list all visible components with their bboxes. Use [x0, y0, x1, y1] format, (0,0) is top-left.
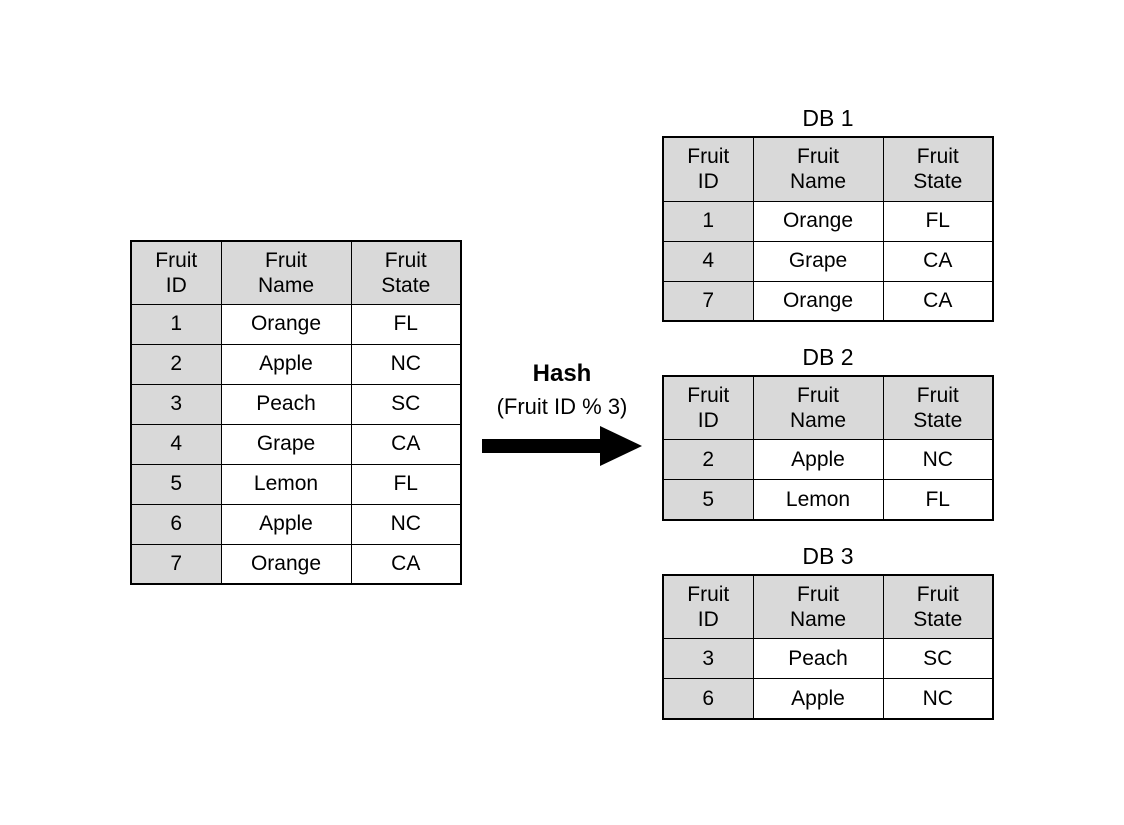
cell-fruit-id: 4: [131, 424, 221, 464]
cell-fruit-name: Grape: [753, 241, 883, 281]
partition-table: FruitIDFruitNameFruitState3PeachSC6Apple…: [662, 574, 994, 720]
cell-fruit-name: Apple: [221, 344, 351, 384]
partition-block: DB 2FruitIDFruitNameFruitState2AppleNC5L…: [662, 344, 994, 521]
table-row: 7OrangeCA: [131, 544, 461, 584]
cell-fruit-state: CA: [883, 281, 993, 321]
partition-title: DB 1: [802, 105, 853, 132]
cell-fruit-id: 7: [131, 544, 221, 584]
header-fruit-state: FruitState: [883, 376, 993, 440]
cell-fruit-name: Grape: [221, 424, 351, 464]
source-table-block: FruitID FruitName FruitState 1OrangeFL2A…: [130, 240, 462, 586]
cell-fruit-state: FL: [351, 304, 461, 344]
cell-fruit-state: FL: [883, 480, 993, 520]
table-row: 3PeachSC: [663, 639, 993, 679]
table-row: 1OrangeFL: [663, 201, 993, 241]
table-row: 1OrangeFL: [131, 304, 461, 344]
table-row: 3PeachSC: [131, 384, 461, 424]
cell-fruit-id: 2: [131, 344, 221, 384]
cell-fruit-name: Orange: [221, 304, 351, 344]
header-fruit-id: FruitID: [663, 575, 753, 639]
table-row: 2AppleNC: [131, 344, 461, 384]
cell-fruit-state: NC: [883, 440, 993, 480]
cell-fruit-id: 4: [663, 241, 753, 281]
header-fruit-id: FruitID: [131, 241, 221, 305]
cell-fruit-state: FL: [351, 464, 461, 504]
table-row: 6AppleNC: [663, 679, 993, 719]
cell-fruit-name: Orange: [753, 201, 883, 241]
cell-fruit-state: FL: [883, 201, 993, 241]
header-fruit-name: FruitName: [753, 137, 883, 201]
cell-fruit-id: 1: [663, 201, 753, 241]
cell-fruit-state: CA: [351, 544, 461, 584]
header-fruit-id: FruitID: [663, 137, 753, 201]
source-table: FruitID FruitName FruitState 1OrangeFL2A…: [130, 240, 462, 586]
cell-fruit-name: Orange: [753, 281, 883, 321]
table-row: 7OrangeCA: [663, 281, 993, 321]
arrow-icon: [482, 426, 642, 466]
cell-fruit-state: NC: [883, 679, 993, 719]
cell-fruit-id: 1: [131, 304, 221, 344]
header-fruit-state: FruitState: [351, 241, 461, 305]
hash-formula: (Fruit ID % 3): [497, 394, 628, 420]
header-fruit-id: FruitID: [663, 376, 753, 440]
header-fruit-state: FruitState: [883, 575, 993, 639]
table-row: 5LemonFL: [663, 480, 993, 520]
hash-label: Hash: [533, 360, 592, 388]
table-header-row: FruitID FruitName FruitState: [131, 241, 461, 305]
partition-block: DB 1FruitIDFruitNameFruitState1OrangeFL4…: [662, 105, 994, 322]
table-header-row: FruitIDFruitNameFruitState: [663, 137, 993, 201]
cell-fruit-state: CA: [351, 424, 461, 464]
table-row: 4GrapeCA: [131, 424, 461, 464]
cell-fruit-name: Lemon: [221, 464, 351, 504]
diagram-container: FruitID FruitName FruitState 1OrangeFL2A…: [0, 0, 1124, 825]
table-header-row: FruitIDFruitNameFruitState: [663, 376, 993, 440]
cell-fruit-id: 3: [131, 384, 221, 424]
cell-fruit-id: 6: [131, 504, 221, 544]
header-fruit-name: FruitName: [753, 376, 883, 440]
table-header-row: FruitIDFruitNameFruitState: [663, 575, 993, 639]
cell-fruit-state: CA: [883, 241, 993, 281]
cell-fruit-name: Apple: [221, 504, 351, 544]
header-fruit-name: FruitName: [753, 575, 883, 639]
cell-fruit-state: NC: [351, 344, 461, 384]
header-fruit-state: FruitState: [883, 137, 993, 201]
partition-table: FruitIDFruitNameFruitState1OrangeFL4Grap…: [662, 136, 994, 322]
source-table-body: 1OrangeFL2AppleNC3PeachSC4GrapeCA5LemonF…: [131, 304, 461, 584]
partition-table: FruitIDFruitNameFruitState2AppleNC5Lemon…: [662, 375, 994, 521]
partitions-column: DB 1FruitIDFruitNameFruitState1OrangeFL4…: [662, 105, 994, 720]
table-row: 6AppleNC: [131, 504, 461, 544]
cell-fruit-name: Lemon: [753, 480, 883, 520]
table-row: 5LemonFL: [131, 464, 461, 504]
cell-fruit-name: Orange: [221, 544, 351, 584]
cell-fruit-state: NC: [351, 504, 461, 544]
cell-fruit-id: 3: [663, 639, 753, 679]
partition-block: DB 3FruitIDFruitNameFruitState3PeachSC6A…: [662, 543, 994, 720]
cell-fruit-name: Peach: [753, 639, 883, 679]
header-fruit-name: FruitName: [221, 241, 351, 305]
partition-title: DB 2: [802, 344, 853, 371]
cell-fruit-name: Peach: [221, 384, 351, 424]
partition-title: DB 3: [802, 543, 853, 570]
table-row: 4GrapeCA: [663, 241, 993, 281]
cell-fruit-id: 2: [663, 440, 753, 480]
cell-fruit-name: Apple: [753, 440, 883, 480]
cell-fruit-id: 5: [663, 480, 753, 520]
hash-section: Hash (Fruit ID % 3): [482, 360, 642, 466]
cell-fruit-state: SC: [883, 639, 993, 679]
table-row: 2AppleNC: [663, 440, 993, 480]
cell-fruit-id: 7: [663, 281, 753, 321]
cell-fruit-state: SC: [351, 384, 461, 424]
cell-fruit-id: 6: [663, 679, 753, 719]
cell-fruit-id: 5: [131, 464, 221, 504]
cell-fruit-name: Apple: [753, 679, 883, 719]
